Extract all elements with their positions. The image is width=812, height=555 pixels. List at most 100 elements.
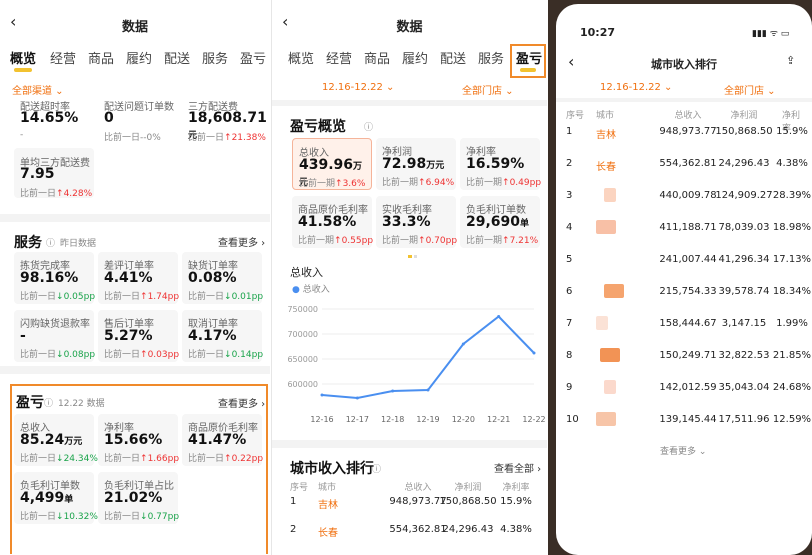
share-icon[interactable]: ⇪ — [786, 54, 795, 67]
table-row[interactable]: 9 142,012.59 35,043.04 24.68% — [556, 380, 812, 406]
table-row[interactable]: 10 139,145.44 17,511.96 12.59% — [556, 412, 812, 438]
tab-operation[interactable]: 经营 — [326, 48, 352, 67]
compare-prefix: 比前一期 — [299, 179, 336, 189]
store-filter[interactable]: 全部门店 ⌄ — [724, 82, 776, 97]
channel-filter[interactable]: 全部渠道 ⌄ — [12, 82, 64, 97]
metric-card[interactable]: 商品原价毛利率 41.58% 比前一期↑0.55pp — [292, 196, 373, 248]
metric-value: 29,690单 — [466, 214, 529, 230]
pager-dot — [408, 255, 412, 258]
data-point[interactable] — [532, 351, 536, 355]
table-row[interactable]: 3 440,009.78 124,909.27 28.39% — [556, 188, 812, 214]
metric-value: 41.47% — [188, 432, 246, 448]
profit-cell: 35,043.04 — [718, 382, 770, 393]
metric-value: 98.16% — [20, 270, 78, 286]
metric-card[interactable]: 商品原价毛利率 41.47% 比前一日↑0.22pp — [182, 414, 264, 466]
info-icon[interactable]: ⓘ — [364, 120, 373, 133]
data-point[interactable] — [426, 388, 430, 392]
metric-card[interactable]: 负毛利订单数 29,690单 比前一期↑7.21% — [460, 196, 540, 248]
metric-card[interactable]: 实收毛利率 33.3% 比前一期↑0.70pp — [376, 196, 458, 248]
value-number: 21.02% — [104, 490, 163, 506]
compare-value: 0.70pp — [425, 236, 458, 246]
y-tick-label: 600000 — [287, 380, 318, 389]
store-filter[interactable]: 全部门店 ⌄ — [462, 82, 514, 97]
metric-card[interactable]: 取消订单率 4.17% 比前一日↓0.14pp — [182, 310, 263, 362]
x-tick-label: 12-20 — [452, 415, 475, 424]
tab-overview[interactable]: 概览 — [288, 48, 314, 67]
table-cell: 1 — [290, 496, 297, 507]
info-icon[interactable]: ⓘ — [46, 236, 55, 249]
rate-cell: 4.38% — [776, 158, 808, 169]
nav-title: 数据 — [396, 20, 423, 35]
data-point[interactable] — [355, 396, 359, 400]
see-more-link[interactable]: 查看更多 ⌄ — [660, 444, 706, 457]
y-tick-label: 750000 — [287, 305, 318, 314]
date-range-filter[interactable]: 12.16-12.22 ⌄ — [600, 82, 672, 93]
compare-value: 0.22pp — [231, 454, 264, 464]
table-row[interactable]: 6 215,754.33 39,578.74 18.34% — [556, 284, 812, 310]
x-tick-label: 12-19 — [416, 415, 439, 424]
info-icon[interactable]: ⓘ — [44, 396, 53, 409]
tab-operation[interactable]: 经营 — [50, 48, 76, 67]
service-more-link[interactable]: 查看更多 › — [218, 234, 265, 249]
metric-card[interactable]: 负毛利订单占比 21.02% 比前一日↓0.77pp — [98, 472, 179, 524]
tab-profit[interactable]: 盈亏 — [240, 48, 266, 67]
panel-overview: ‹ 数据 概览 经营 商品 履约 配送 服务 盈亏 全部渠道 ⌄ 配送超时率 1… — [0, 0, 270, 555]
info-icon[interactable]: ⓘ — [372, 462, 381, 475]
table-row[interactable]: 2 长春 554,362.81 24,296.43 4.38% — [556, 158, 812, 182]
data-point[interactable] — [391, 389, 395, 393]
revenue-cell: 948,973.77 — [659, 126, 717, 137]
profit-hint: 12.22 数据 — [58, 399, 105, 409]
metric-card[interactable]: 缺货订单率 0.08% 比前一日↓0.01pp — [182, 252, 263, 304]
tab-product[interactable]: 商品 — [364, 48, 390, 67]
metric-card[interactable]: 售后订单率 5.27% 比前一日↑0.03pp — [98, 310, 179, 362]
tab-bar: 概览 经营 商品 履约 配送 服务 盈亏 — [272, 48, 547, 70]
table-row[interactable]: 5 241,007.44 41,296.34 17.13% — [556, 252, 812, 278]
delivery-metrics: 配送超时率 14.65% - 配送问题订单数 0 比前一日--0% 三方配送费 … — [0, 96, 270, 212]
value-number: - — [20, 328, 26, 344]
compare-delta: ↑0.49pp — [502, 178, 542, 188]
tab-service[interactable]: 服务 — [202, 48, 228, 67]
metric-card[interactable]: 净利率 15.66% 比前一日↑1.66pp — [98, 414, 179, 466]
page-title: 城市收入排行 — [651, 58, 717, 71]
metric-compare: 比前一期↑7.21% — [466, 233, 538, 246]
revenue-cell: 554,362.81 — [659, 158, 717, 169]
data-point[interactable] — [461, 342, 465, 346]
divider — [0, 366, 270, 374]
metric-card[interactable]: 差评订单率 4.41% 比前一日↑1.74pp — [98, 252, 180, 304]
metric-card[interactable]: 闪购缺货退款率 - 比前一日↓0.08pp — [14, 310, 95, 362]
pager-dot — [414, 255, 417, 258]
metric-value: 14.65% — [20, 110, 79, 126]
metric-card[interactable]: 净利润 72.98万元 比前一期↑6.94% — [376, 138, 456, 190]
tab-service[interactable]: 服务 — [478, 48, 504, 67]
table-row[interactable]: 4 411,188.71 78,039.03 18.98% — [556, 220, 812, 246]
revenue-cell: 150,249.71 — [659, 350, 717, 361]
data-point[interactable] — [320, 393, 324, 397]
data-point[interactable] — [497, 315, 501, 318]
tab-overview[interactable]: 概览 — [10, 48, 36, 67]
table-row[interactable]: 2 长春 554,362.81 24,296.43 4.38% — [272, 524, 547, 546]
date-range-filter[interactable]: 12.16-12.22 ⌄ — [322, 82, 394, 93]
metric-card[interactable]: 负毛利订单数 4,499单 比前一日↓10.32% — [14, 472, 98, 524]
metric-value: 5.27% — [104, 328, 153, 344]
metric-card[interactable]: 拣货完成率 98.16% 比前一日↓0.05pp — [14, 252, 95, 304]
tab-fulfillment[interactable]: 履约 — [126, 48, 152, 67]
table-row[interactable]: 1 吉林 948,973.77 150,868.50 15.9% — [272, 496, 547, 518]
city-view-all-link[interactable]: 查看全部 › — [494, 460, 541, 475]
table-row[interactable]: 1 吉林 948,973.77 150,868.50 15.9% — [556, 126, 812, 150]
tab-delivery[interactable]: 配送 — [164, 48, 190, 67]
x-tick-label: 12-21 — [487, 415, 510, 424]
compare-delta: ↑1.74pp — [140, 292, 180, 302]
x-tick-label: 12-16 — [310, 415, 333, 424]
tab-delivery[interactable]: 配送 — [440, 48, 466, 67]
metric-card[interactable]: 总收入 439.96万元 比前一期↑3.6% — [292, 138, 372, 190]
metric-card[interactable]: 总收入 85.24万元 比前一日↓24.34% — [14, 414, 98, 466]
table-row[interactable]: 7 158,444.67 3,147.15 1.99% — [556, 316, 812, 342]
profit-more-link[interactable]: 查看更多 › — [218, 395, 265, 410]
tab-product[interactable]: 商品 — [88, 48, 114, 67]
tab-fulfillment[interactable]: 履约 — [402, 48, 428, 67]
rate-cell: 15.9% — [776, 126, 808, 137]
rate-cell: 18.98% — [772, 222, 812, 233]
metric-card[interactable]: 净利率 16.59% 比前一期↑0.49pp — [460, 138, 542, 190]
table-row[interactable]: 8 150,249.71 32,822.53 21.85% — [556, 348, 812, 374]
profit-overview-title: 盈亏概览 — [290, 119, 346, 135]
